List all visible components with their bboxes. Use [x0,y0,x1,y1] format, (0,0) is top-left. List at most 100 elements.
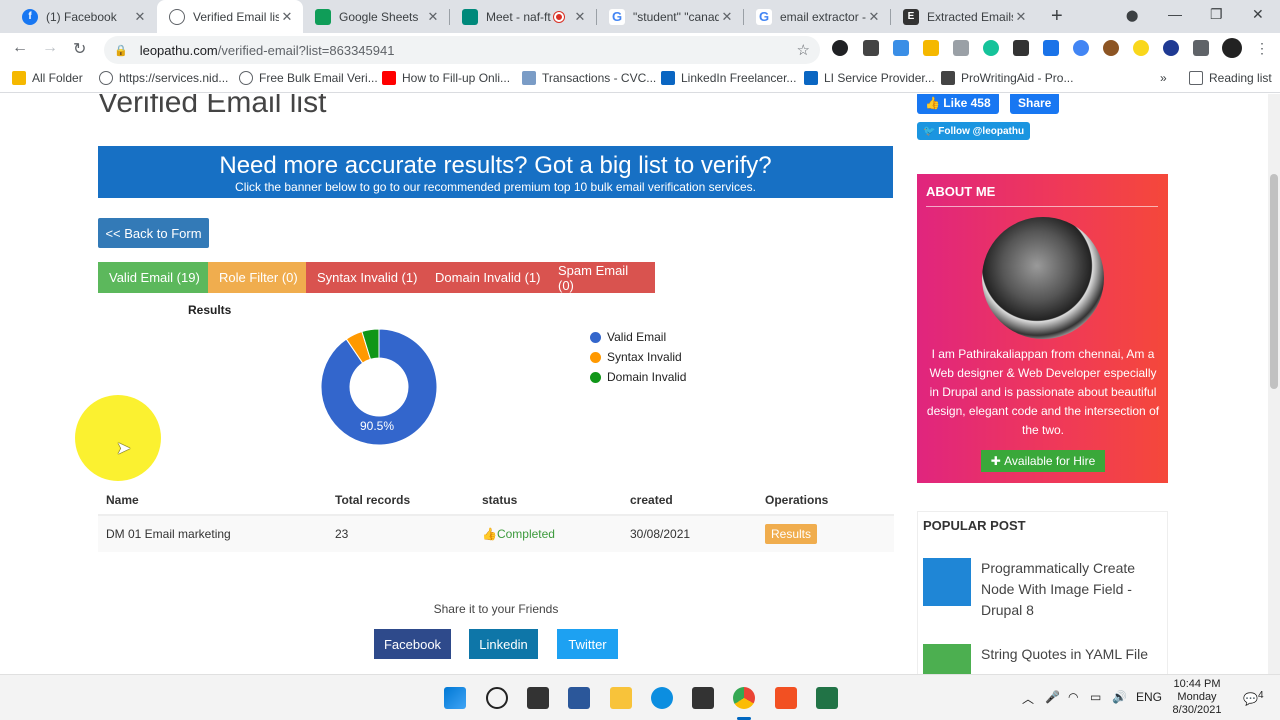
extension-icon[interactable] [832,40,848,56]
extension-icon[interactable] [1013,40,1029,56]
clock[interactable]: 10:44 PM Monday 8/30/2021 [1168,678,1226,717]
scrollbar-thumb[interactable] [1270,174,1278,389]
wifi-icon[interactable]: ◠ [1068,690,1078,704]
bookmark-how-to-fill-up[interactable]: How to Fill-up Onli... [382,71,510,85]
profile-avatar[interactable] [1222,38,1242,58]
back-arrow-icon[interactable]: ← [12,39,28,57]
close-icon[interactable]: ✕ [719,9,735,25]
widgets-icon[interactable] [568,687,590,709]
bookmark-transactions-cvc[interactable]: Transactions - CVC... [522,71,656,85]
microphone-icon[interactable]: 🎤 [1045,690,1060,704]
reading-list-button[interactable]: Reading list [1189,71,1272,85]
address-bar[interactable]: 🔒 leopathu.com/verified-email?list=86334… [104,36,820,64]
tab-verified-email[interactable]: Verified Email list ✕ [157,0,303,33]
close-window-button[interactable]: ✕ [1252,6,1264,23]
edge-icon[interactable] [651,687,673,709]
tab-domain-invalid[interactable]: Domain Invalid (1) [424,262,552,293]
notification-count: 4 [1257,690,1264,701]
google-icon: G [756,8,772,25]
volume-icon[interactable]: 🔊 [1112,690,1127,704]
extension-icon[interactable] [1163,40,1179,56]
cell-name: DM 01 Email marketing [106,527,231,541]
results-button[interactable]: Results [765,524,818,544]
back-to-form-button[interactable]: << Back to Form [98,218,209,248]
share-facebook-button[interactable]: Facebook [374,629,451,659]
grammarly-icon[interactable] [983,40,999,56]
linkedin-icon [661,71,675,85]
tab-spam-email[interactable]: Spam Email (0) [547,262,655,293]
menu-kebab-icon[interactable]: ⋮ [1255,40,1271,56]
tab-facebook[interactable]: f (1) Facebook ✕ [10,0,156,33]
excel-icon[interactable] [816,687,838,709]
tab-search-icon[interactable]: ⬤ [1126,9,1138,22]
battery-icon[interactable]: ▭ [1090,690,1101,704]
lock-icon: 🔒 [114,44,128,57]
extension-icon[interactable] [1133,40,1149,56]
close-icon[interactable]: ✕ [572,9,588,25]
promo-banner[interactable]: Need more accurate results? Got a big li… [98,146,893,198]
header-total: Total records [335,493,411,507]
extension-icon[interactable] [863,40,879,56]
more-bookmarks-button[interactable]: » [1160,71,1167,85]
close-icon[interactable]: ✕ [425,9,441,25]
chrome-icon[interactable] [733,687,755,709]
page-scrollbar[interactable] [1268,94,1280,674]
bookmark-li-service-provider[interactable]: LI Service Provider... [804,71,935,85]
tab-valid-email[interactable]: Valid Email (19) [98,262,211,293]
legend-item: Valid Email [590,327,686,347]
facebook-share-button[interactable]: Share [1010,94,1060,114]
popular-title: POPULAR POST [923,518,1026,533]
bookmark-free-bulk-email[interactable]: Free Bulk Email Veri... [239,71,378,85]
search-icon[interactable] [486,687,508,709]
header-created: created [630,493,673,507]
tab-google-search-extractor[interactable]: G email extractor - ✕ [744,0,890,33]
language-indicator[interactable]: ENG [1136,690,1162,704]
bookmark-linkedin-freelancer[interactable]: LinkedIn Freelancer... [661,71,796,85]
close-icon[interactable]: ✕ [279,9,295,25]
twitter-follow-button[interactable]: 🐦 Follow @leopathu [917,122,1031,140]
close-icon[interactable]: ✕ [132,9,148,25]
extension-icon[interactable] [893,40,909,56]
tray-chevron-icon[interactable]: ︿ [1022,690,1034,707]
minimize-button[interactable]: — [1168,6,1182,22]
windows-start-icon[interactable] [444,687,466,709]
bookmark-services-nid[interactable]: https://services.nid... [99,71,228,85]
forward-arrow-icon[interactable]: → [42,39,58,57]
author-avatar [982,217,1104,339]
tab-syntax-invalid[interactable]: Syntax Invalid (1) [306,262,429,293]
extension-icon[interactable] [953,40,969,56]
new-tab-button[interactable]: + [1051,5,1063,28]
notification-icon[interactable]: 💬4 [1243,690,1264,706]
available-for-hire-button[interactable]: ✚ Available for Hire [981,450,1105,472]
popular-post-item[interactable]: String Quotes in YAML File [923,644,1161,674]
facebook-like-button[interactable]: 👍 Like 458 [917,94,999,114]
close-icon[interactable]: ✕ [1013,9,1029,25]
bookmark-star-icon[interactable]: ☆ [797,41,810,59]
popular-post-item[interactable]: Programmatically Create Node With Image … [923,558,1161,621]
share-twitter-button[interactable]: Twitter [557,629,618,659]
store-icon[interactable] [692,687,714,709]
extension-icon[interactable] [1043,40,1059,56]
chart-title: Results [188,303,232,317]
file-explorer-icon[interactable] [610,687,632,709]
extension-icon[interactable] [923,40,939,56]
tab-meet[interactable]: Meet - naf-ft ✕ [450,0,596,33]
tab-extracted-emails[interactable]: E Extracted Emails ✕ [891,0,1037,33]
close-icon[interactable]: ✕ [866,9,882,25]
bookmark-prowritingaid[interactable]: ProWritingAid - Pro... [941,71,1073,85]
camtasia-icon[interactable] [775,687,797,709]
popular-post-title[interactable]: Programmatically Create Node With Image … [981,558,1161,621]
tab-role-filter[interactable]: Role Filter (0) [208,262,309,293]
cookie-icon[interactable] [1103,40,1119,56]
bookmark-all-folder[interactable]: All Folder [12,71,83,85]
restore-button[interactable]: ❐ [1210,6,1223,23]
share-linkedin-button[interactable]: Linkedin [469,629,538,659]
extensions-puzzle-icon[interactable] [1193,40,1209,56]
task-view-icon[interactable] [527,687,549,709]
extension-icon[interactable] [1073,40,1089,56]
popular-post-title[interactable]: String Quotes in YAML File [981,644,1161,674]
status-label: Completed [496,527,555,541]
reload-icon[interactable]: ↻ [73,39,86,59]
tab-google-sheets[interactable]: Google Sheets ✕ [303,0,449,33]
tab-google-search-student[interactable]: G "student" "canad ✕ [597,0,743,33]
